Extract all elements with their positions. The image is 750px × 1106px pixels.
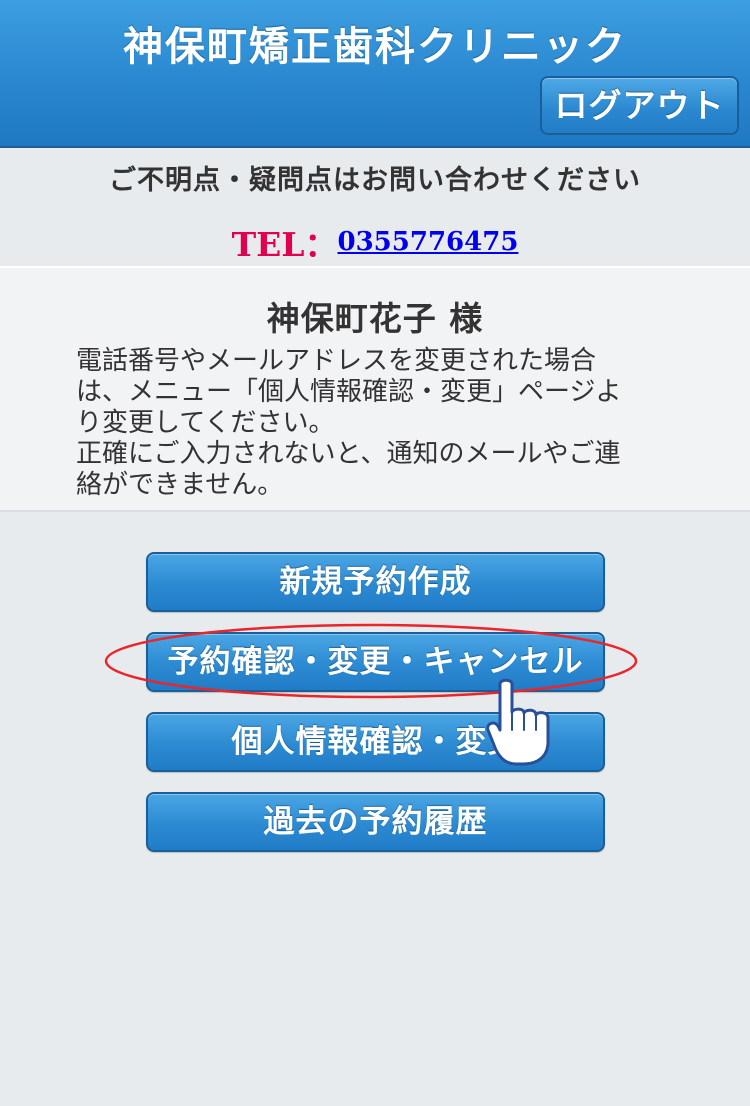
contact-section: ご不明点・疑問点はお問い合わせください TEL：0355776475 [0, 148, 750, 268]
new-reservation-button[interactable]: 新規予約作成 [146, 552, 605, 612]
clinic-title: 神保町矯正歯科クリニック [123, 23, 627, 70]
user-name: 神保町花子 様 [266, 299, 484, 338]
tel-label: TEL： [231, 225, 338, 264]
notice-text: 電話番号やメールアドレスを変更された場合 は、メニュー「個人情報確認・変更」ペー… [76, 346, 676, 501]
reservation-confirm-change-cancel-button[interactable]: 予約確認・変更・キャンセル [146, 632, 605, 692]
notice-line: は、メニュー「個人情報確認・変更」ページよ [76, 377, 622, 407]
logout-button[interactable]: ログアウト [540, 76, 739, 135]
reservation-history-button[interactable]: 過去の予約履歴 [146, 792, 605, 852]
app-header: 神保町矯正歯科クリニック ログアウト [0, 0, 750, 148]
notice-line: 絡ができません。 [76, 470, 284, 500]
notice-line: 電話番号やメールアドレスを変更された場合 [76, 346, 597, 376]
tel-link[interactable]: 0355776475 [338, 227, 519, 257]
personal-info-button[interactable]: 個人情報確認・変更 [146, 712, 605, 772]
user-panel: 神保町花子 様 電話番号やメールアドレスを変更された場合 は、メニュー「個人情報… [0, 268, 750, 512]
contact-message: ご不明点・疑問点はお問い合わせください [109, 165, 641, 196]
notice-line: 正確にご入力されないと、通知のメールやご連 [76, 439, 621, 469]
tel-row: TEL：0355776475 [0, 218, 750, 266]
notice-line: り変更してください。 [76, 408, 335, 438]
